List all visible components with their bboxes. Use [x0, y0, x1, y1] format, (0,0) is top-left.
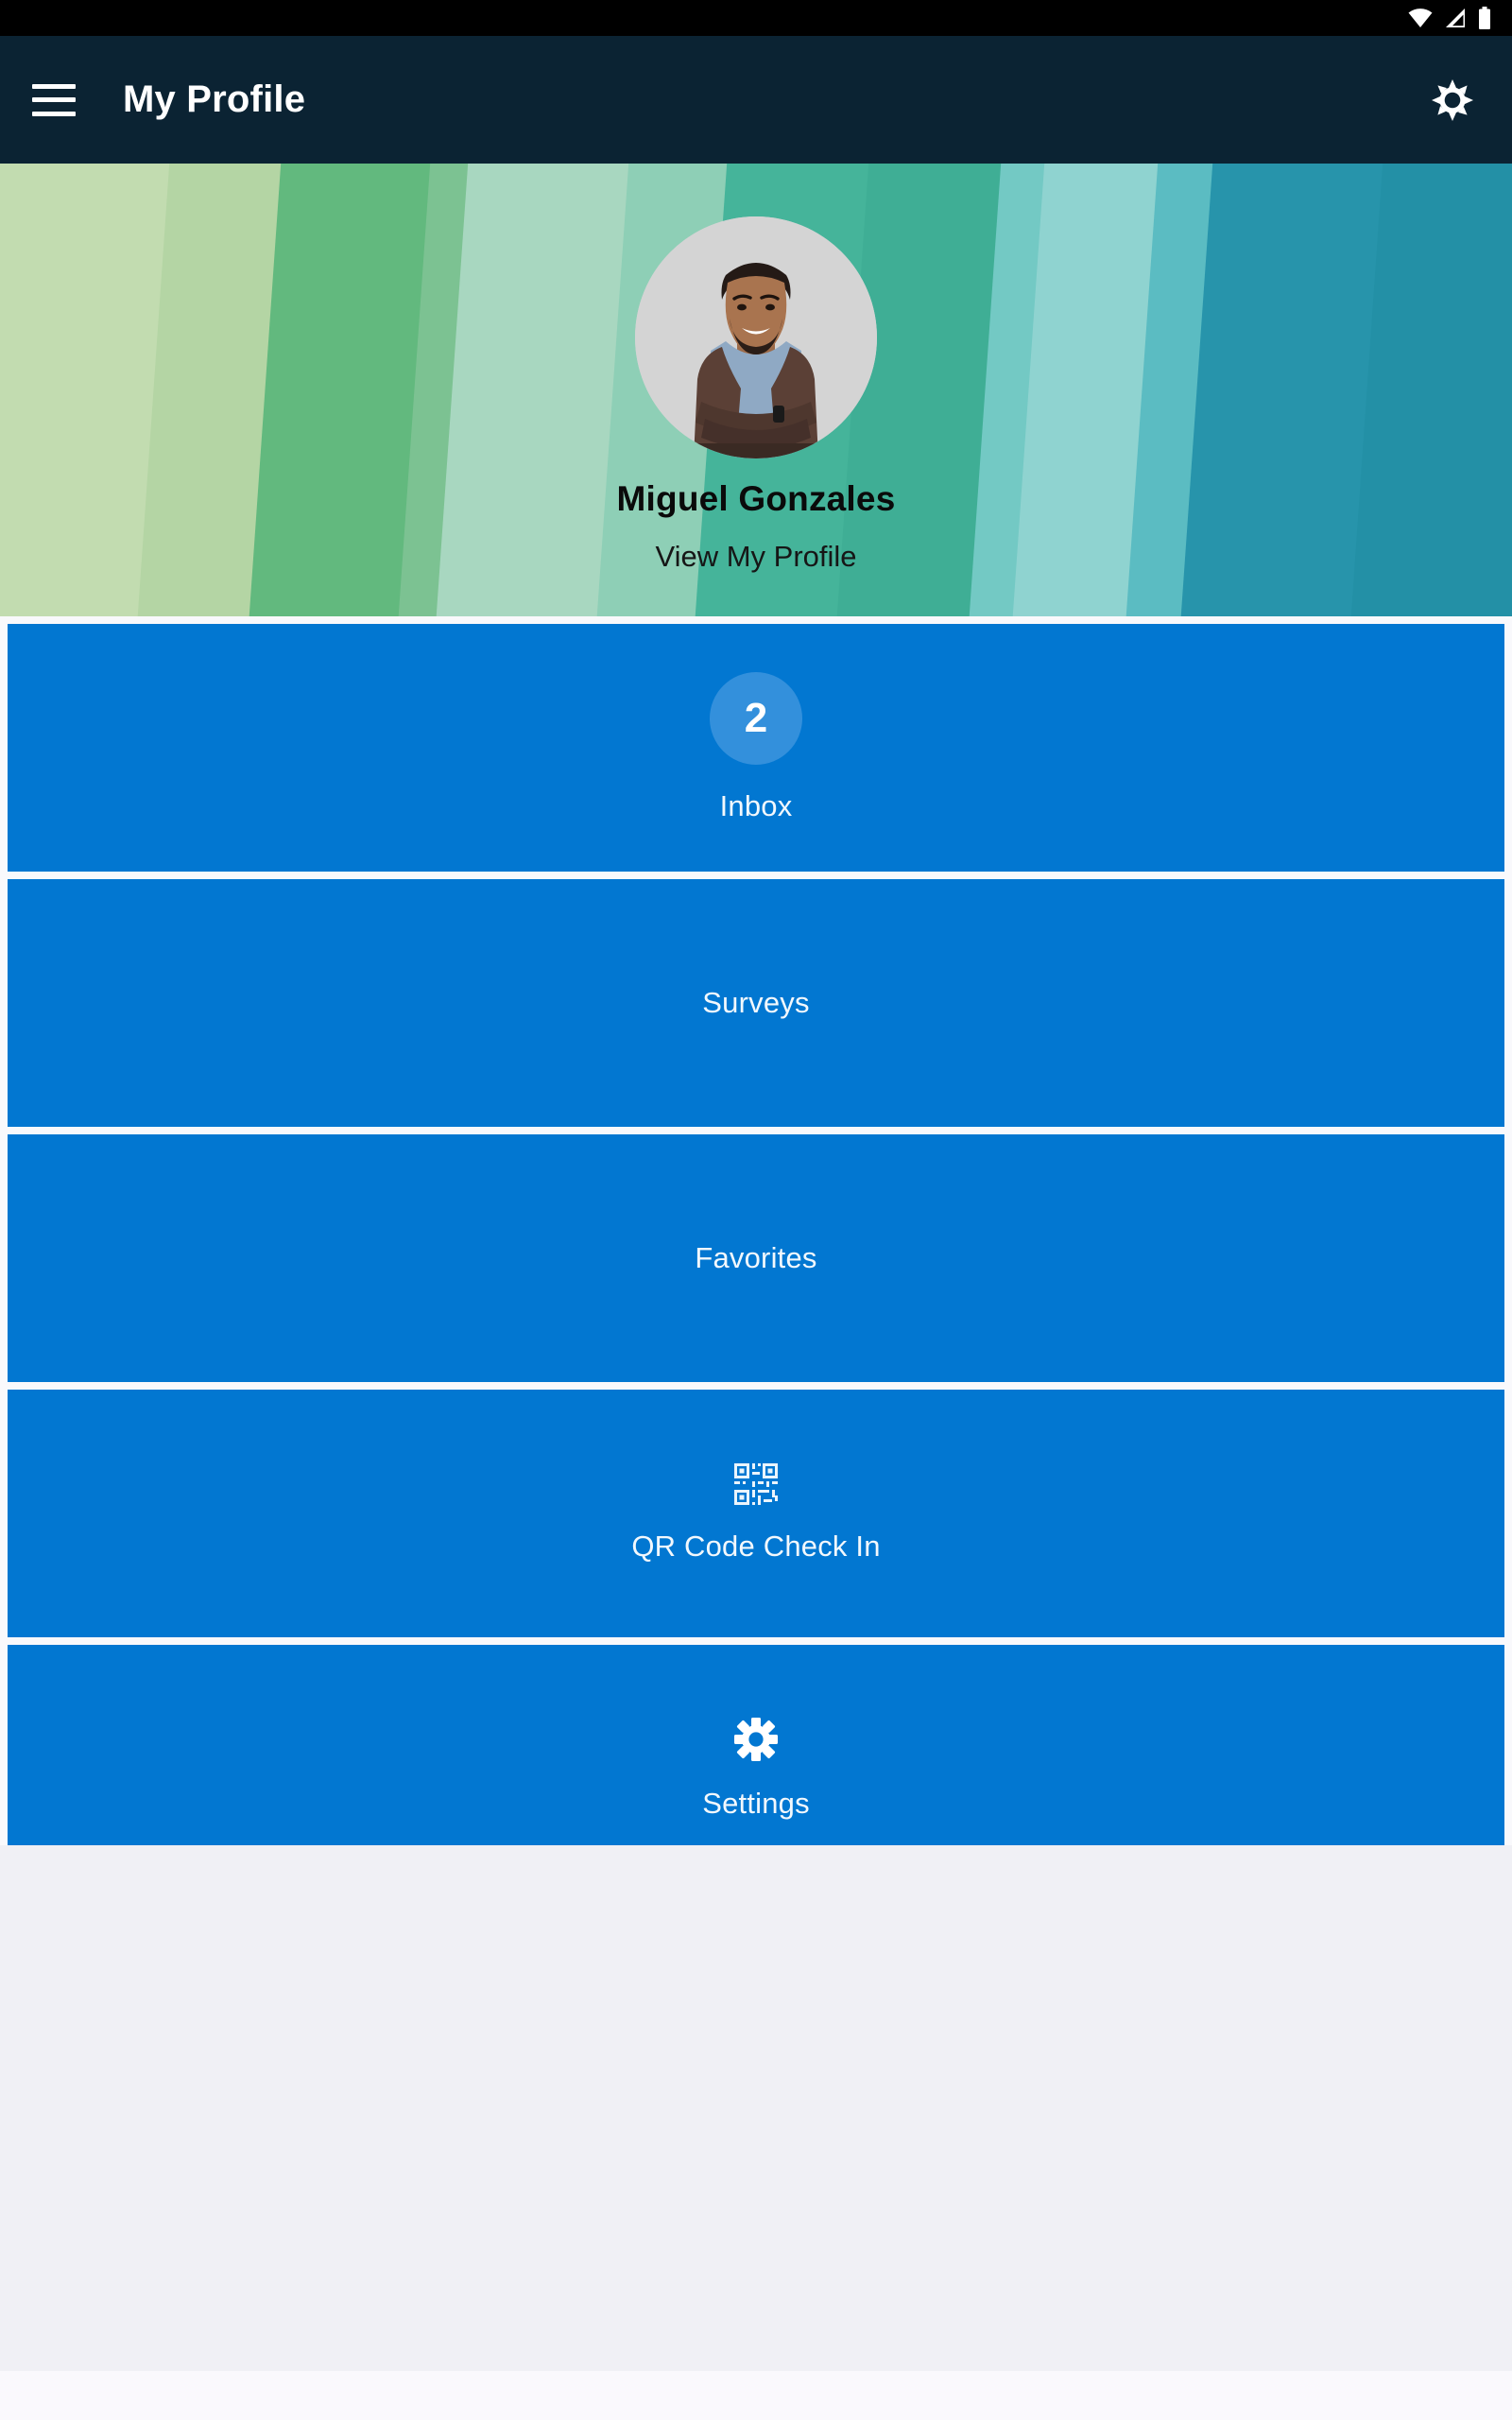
app-bar: My Profile [0, 36, 1512, 164]
gear-icon [733, 1717, 779, 1762]
battery-icon [1479, 7, 1490, 29]
wifi-icon [1408, 9, 1433, 27]
status-bar [0, 0, 1512, 36]
tile-label: Surveys [702, 986, 810, 1019]
tile-list: 2 Inbox Surveys Favorites QR Code Check … [0, 624, 1512, 1900]
page-background [0, 1845, 1512, 2371]
app-screen: My Profile Miguel Gonzales View My Profi… [0, 0, 1512, 2420]
view-my-profile-link[interactable]: View My Profile [655, 540, 856, 574]
page-title: My Profile [123, 78, 306, 120]
gear-icon[interactable] [1425, 73, 1480, 128]
hamburger-menu-icon[interactable] [32, 83, 76, 116]
tile-label: Favorites [695, 1241, 817, 1274]
inbox-count-badge: 2 [710, 672, 802, 765]
tile-inbox[interactable]: 2 Inbox [8, 624, 1504, 872]
tile-label: Settings [702, 1787, 810, 1820]
profile-summary: Miguel Gonzales View My Profile [0, 164, 1512, 616]
tile-label: QR Code Check In [631, 1530, 881, 1563]
avatar[interactable] [635, 216, 877, 458]
tile-qr-code-check-in[interactable]: QR Code Check In [8, 1390, 1504, 1637]
page-footer [0, 2371, 1512, 2420]
tile-surveys[interactable]: Surveys [8, 879, 1504, 1127]
tile-favorites[interactable]: Favorites [8, 1134, 1504, 1382]
qr-code-icon [734, 1463, 778, 1505]
tile-label: Inbox [719, 789, 793, 822]
profile-banner: Miguel Gonzales View My Profile [0, 164, 1512, 616]
cellular-signal-icon [1446, 9, 1465, 27]
profile-name: Miguel Gonzales [616, 479, 896, 518]
